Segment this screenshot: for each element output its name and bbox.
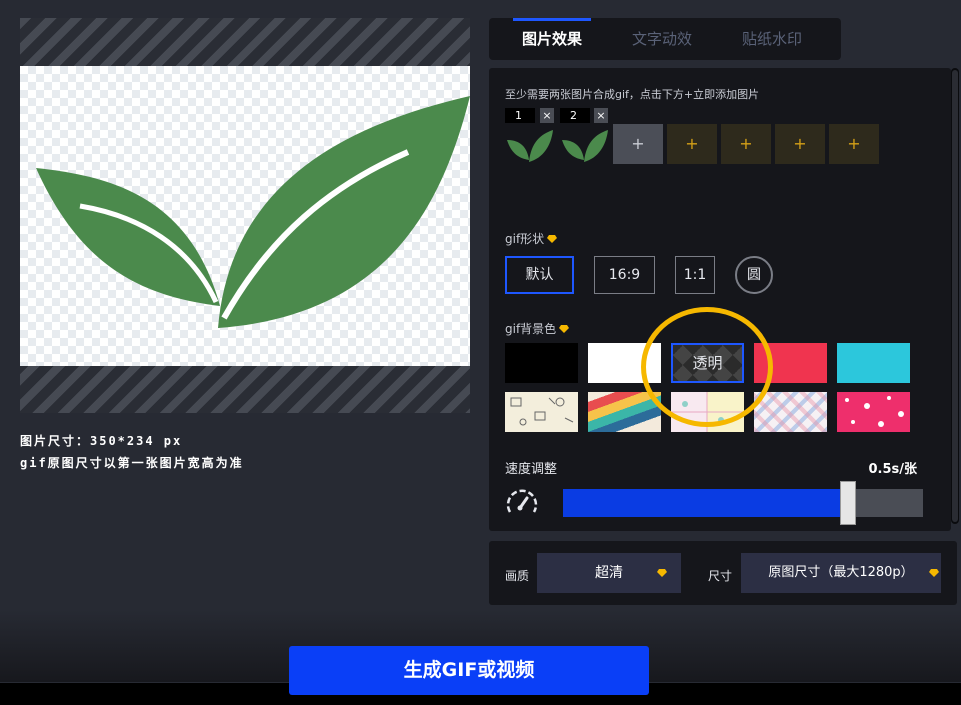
shape-1-1-button[interactable]: 1:1 <box>675 256 715 294</box>
add-image-slot[interactable]: + <box>775 124 825 164</box>
speedometer-icon <box>506 489 538 513</box>
shape-circle-button[interactable]: 圆 <box>735 256 773 294</box>
add-images-hint: 至少需要两张图片合成gif，点击下方+立即添加图片 <box>505 88 760 101</box>
size-select[interactable]: 原图尺寸（最大1280p） <box>741 553 941 593</box>
image-effects-panel: 至少需要两张图片合成gif，点击下方+立即添加图片 1 × 2 × + + + … <box>489 68 951 531</box>
remove-image-2-button[interactable]: × <box>594 108 608 123</box>
add-image-slot[interactable]: + <box>829 124 879 164</box>
generate-gif-button[interactable]: 生成GIF或视频 <box>289 646 649 695</box>
quality-select[interactable]: 超清 <box>537 553 681 593</box>
output-settings: 画质 超清 尺寸 原图尺寸（最大1280p） <box>489 541 957 605</box>
panel-scrollbar[interactable] <box>951 68 959 524</box>
add-image-slot[interactable]: + <box>667 124 717 164</box>
size-label: 尺寸 <box>708 569 733 583</box>
slot-number-2: 2 <box>560 108 590 123</box>
vip-gem-icon <box>547 235 558 243</box>
transparent-label: 透明 <box>692 354 723 372</box>
preview-image <box>20 66 470 366</box>
bg-color-black[interactable] <box>505 343 578 383</box>
bg-color-red[interactable] <box>754 343 827 383</box>
shape-default-button[interactable]: 默认 <box>505 256 574 294</box>
gif-shape-label: gif形状 <box>505 230 558 247</box>
bg-pattern-pastel[interactable] <box>671 392 744 432</box>
gif-background-label-text: gif背景色 <box>505 322 557 336</box>
bg-pattern-plaid[interactable] <box>754 392 827 432</box>
quality-label: 画质 <box>505 569 530 583</box>
tab-text-effects[interactable]: 文字动效 <box>607 18 717 60</box>
gif-shape-label-text: gif形状 <box>505 232 545 246</box>
remove-image-1-button[interactable]: × <box>540 108 554 123</box>
speed-label: 速度调整 <box>505 462 558 477</box>
image-thumb-2[interactable] <box>560 124 610 164</box>
speed-slider-fill <box>563 489 840 517</box>
add-image-slot[interactable]: + <box>721 124 771 164</box>
bg-pattern-stripes[interactable] <box>588 392 661 432</box>
quality-value: 超清 <box>595 565 623 581</box>
image-info: 图片尺寸：350*234 px gif原图尺寸以第一张图片宽高为准 <box>20 430 244 474</box>
preview-frame <box>20 18 470 413</box>
tab-image-effects[interactable]: 图片效果 <box>497 18 607 60</box>
bg-pattern-pink-dots[interactable] <box>837 392 910 432</box>
size-value: 原图尺寸（最大1280p） <box>768 565 914 580</box>
image-size-note: gif原图尺寸以第一张图片宽高为准 <box>20 456 244 470</box>
leaf-image <box>36 96 470 328</box>
image-size-text: 图片尺寸：350*234 px <box>20 434 183 448</box>
bg-color-transparent[interactable]: 透明 <box>671 343 744 383</box>
add-image-button[interactable]: + <box>613 124 663 164</box>
shape-16-9-button[interactable]: 16:9 <box>594 256 655 294</box>
vip-gem-icon <box>929 569 939 577</box>
speed-value: 0.5s/张 <box>868 462 917 477</box>
tab-bar: 图片效果 文字动效 贴纸水印 <box>489 18 841 60</box>
tab-stickers-watermark[interactable]: 贴纸水印 <box>717 18 827 60</box>
vip-gem-icon <box>657 569 667 577</box>
slot-number-1: 1 <box>505 108 535 123</box>
speed-slider[interactable] <box>563 481 923 525</box>
gif-background-label: gif背景色 <box>505 320 570 337</box>
vip-gem-icon <box>559 325 570 333</box>
panel-scrollbar-thumb[interactable] <box>952 70 958 522</box>
bg-pattern-doodle[interactable] <box>505 392 578 432</box>
image-thumb-1[interactable] <box>505 124 555 164</box>
bg-color-white[interactable] <box>588 343 661 383</box>
bg-color-cyan[interactable] <box>837 343 910 383</box>
speed-slider-handle[interactable] <box>840 481 856 525</box>
